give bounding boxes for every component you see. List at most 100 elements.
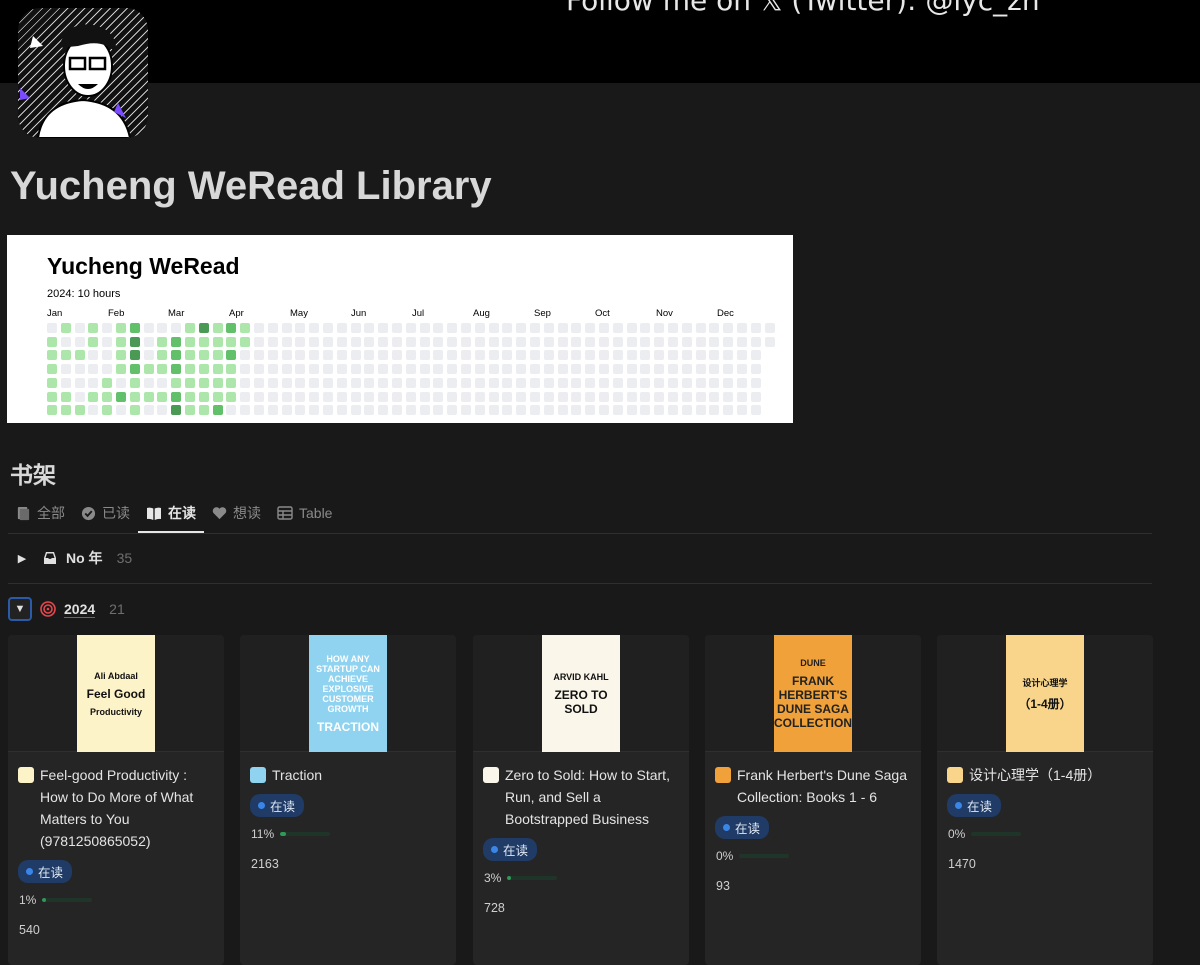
book-card[interactable]: 设计心理学 （1-4册） 设计心理学（1-4册） 在读 0% 1470 (937, 635, 1153, 965)
heatmap-cell (571, 364, 582, 375)
heatmap-cell (557, 364, 568, 375)
heatmap-cell (309, 391, 320, 402)
heatmap-cell (640, 405, 651, 416)
tab-all[interactable]: 全部 (8, 500, 73, 526)
tab-reading[interactable]: 在读 (138, 500, 204, 533)
heatmap-cell (102, 336, 113, 347)
month-label: Mar (168, 308, 185, 319)
heatmap-cell (157, 323, 168, 333)
heatmap-cell (419, 323, 430, 333)
page-count: 540 (19, 923, 40, 937)
book-title-row: Zero to Sold: How to Start, Run, and Sel… (473, 752, 689, 830)
heatmap-cell (378, 336, 389, 347)
heatmap-cell (405, 391, 416, 402)
heatmap-cell (143, 350, 154, 361)
heatmap-cell (212, 323, 223, 333)
group-label: 2024 (64, 600, 96, 618)
heatmap-cell (60, 391, 71, 402)
heatmap-cell (626, 405, 637, 416)
heatmap-cell (654, 364, 665, 375)
heatmap-cell (474, 323, 485, 333)
heatmap-cell (530, 391, 540, 402)
tab-want-to-read[interactable]: 想读 (204, 500, 269, 526)
heatmap-cell (654, 377, 665, 388)
group-no-year[interactable]: ▶ No 年 35 (10, 546, 132, 570)
book-card[interactable]: HOW ANY STARTUP CAN ACHIEVE EXPLOSIVE CU… (240, 635, 456, 965)
tab-table[interactable]: Table (269, 500, 340, 526)
progress-bar (42, 898, 93, 902)
book-card[interactable]: ARVID KAHL ZERO TO SOLD Zero to Sold: Ho… (473, 635, 689, 965)
heatmap-cell (612, 377, 623, 388)
heatmap-cell (198, 323, 209, 333)
heatmap-cell (60, 405, 71, 416)
open-book-icon (147, 507, 161, 520)
progress-fill (507, 876, 512, 880)
heatmap-cell (129, 405, 140, 416)
heatmap-cell (60, 336, 71, 347)
heatmap-cell (488, 323, 499, 333)
tab-label: 全部 (37, 505, 65, 521)
heatmap-cell (543, 405, 554, 416)
heatmap-cell (681, 323, 692, 333)
progress-bar (971, 832, 1022, 836)
heatmap-cell (447, 405, 458, 416)
heatmap-cell (198, 391, 209, 402)
book-title[interactable]: Feel-good Productivity : How to Do More … (40, 764, 214, 852)
heatmap-cell (640, 391, 651, 402)
heatmap-cell (116, 323, 126, 333)
progress-label: 3% (484, 871, 502, 885)
page-icon-avatar (18, 8, 148, 138)
heatmap-cell (654, 405, 665, 416)
book-title[interactable]: Zero to Sold: How to Start, Run, and Sel… (505, 764, 679, 830)
reading-heatmap-image: Yucheng WeRead 2024: 10 hours Jan Feb Mar A… (7, 235, 793, 423)
heatmap-cell (309, 364, 320, 375)
tab-read[interactable]: 已读 (73, 500, 138, 526)
heatmap-cell (488, 336, 499, 347)
book-title[interactable]: Frank Herbert's Dune Saga Collection: Bo… (737, 764, 911, 808)
book-card[interactable]: Ali Abdaal Feel Good Productivity Feel-g… (8, 635, 224, 965)
heatmap-cell (612, 364, 623, 375)
heatmap-cell (447, 336, 458, 347)
cover-text: ARVID KAHL (553, 671, 609, 682)
heatmap-cell (737, 364, 747, 375)
collapse-toggle-button[interactable]: ▼ (8, 597, 32, 621)
heatmap-cell (571, 377, 582, 388)
heatmap-cell (750, 377, 761, 388)
group-count: 35 (116, 550, 133, 566)
heatmap-cell (392, 391, 402, 402)
heatmap-cell (488, 364, 499, 375)
heatmap-cell (116, 391, 126, 402)
heatmap-cell (102, 405, 113, 416)
heatmap-cell (336, 364, 347, 375)
heatmap-cell (654, 323, 665, 333)
heatmap-cell (447, 323, 458, 333)
heatmap-cell (695, 350, 706, 361)
heatmap-cell (392, 350, 402, 361)
heatmap-cell (654, 336, 665, 347)
group-2024[interactable]: ▼ 2024 21 (8, 597, 125, 621)
heatmap-cell (295, 405, 306, 416)
heatmap-cell (212, 377, 223, 388)
heatmap-cell (461, 350, 471, 361)
cover-area: HOW ANY STARTUP CAN ACHIEVE EXPLOSIVE CU… (240, 635, 456, 752)
heatmap-cell (129, 323, 140, 333)
heatmap-cell (392, 377, 402, 388)
heatmap-cell (681, 350, 692, 361)
book-title[interactable]: 设计心理学（1-4册） (969, 764, 1101, 786)
heatmap-cell (419, 391, 430, 402)
heatmap-cell (640, 323, 651, 333)
book-card[interactable]: DUNE FRANK HERBERT'S DUNE SAGA COLLECTIO… (705, 635, 921, 965)
heatmap-cell (157, 405, 168, 416)
heatmap-cell (516, 336, 527, 347)
status-badge: 在读 (250, 794, 305, 817)
status-dot-icon (26, 868, 33, 875)
heatmap-cell (461, 336, 471, 347)
expand-toggle-button[interactable]: ▶ (10, 546, 34, 570)
book-icon (250, 767, 266, 783)
book-title[interactable]: Traction (272, 764, 322, 786)
heatmap-cell (571, 336, 582, 347)
heatmap-cell (74, 350, 85, 361)
heatmap-cell (723, 391, 734, 402)
heatmap-cell (750, 364, 761, 375)
heatmap-cell (530, 405, 540, 416)
